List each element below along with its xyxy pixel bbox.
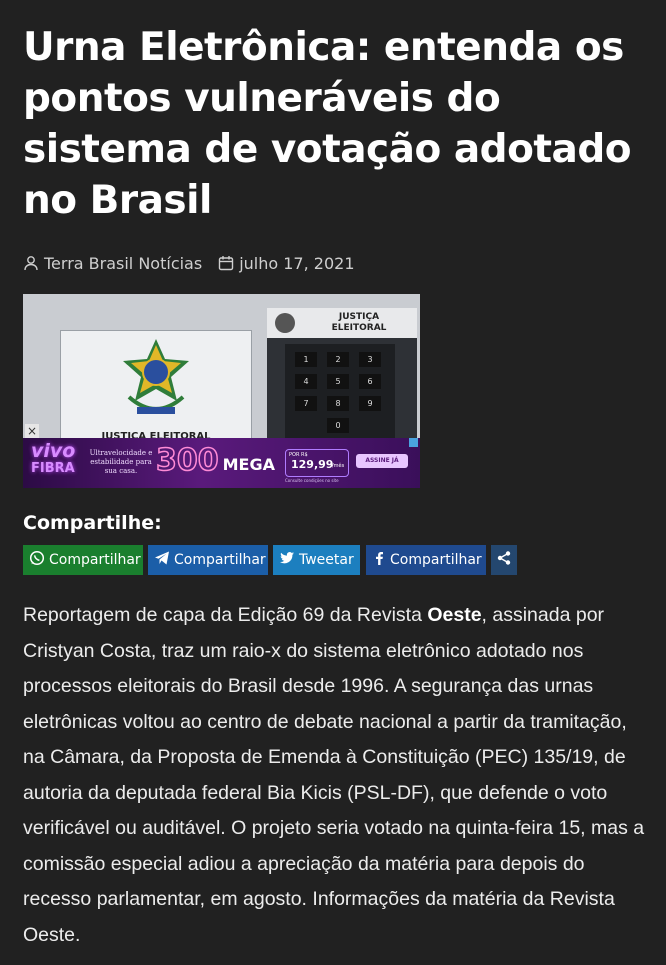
article-title: Urna Eletrônica: entenda os pontos vulne… <box>23 25 632 223</box>
telegram-share-label: Compartilhar <box>174 552 266 568</box>
article-body: Reportagem de capa da Edição 69 da Revis… <box>23 604 645 946</box>
ad-cta-button[interactable]: ASSINE JÁ <box>356 454 408 468</box>
keypad-key: 4 <box>295 374 317 389</box>
ad-fineprint: Consulte condições no site <box>285 478 339 483</box>
panel-label: JUSTIÇA ELEITORAL <box>331 312 387 333</box>
featured-image: JUSTIÇA ELEITORAL JUSTIÇA ELEITORAL 123 4… <box>23 294 420 488</box>
ad-price-box: POR R$ 129,99 /mês <box>285 449 349 477</box>
keypad-key: 3 <box>359 352 381 367</box>
ad-speed: 300 MEGA <box>155 443 275 479</box>
facebook-icon <box>372 550 386 570</box>
telegram-share-button[interactable]: Compartilhar <box>148 545 268 575</box>
ad-info-icon[interactable] <box>409 438 418 447</box>
date-meta: julho 17, 2021 <box>218 253 355 273</box>
share-icon <box>496 550 512 570</box>
article-meta: Terra Brasil Notícias julho 17, 2021 <box>23 251 355 275</box>
ad-brand: vivo FIBRA <box>31 440 76 477</box>
author-name[interactable]: Terra Brasil Notícias <box>44 254 202 273</box>
keypad-key: 2 <box>327 352 349 367</box>
keypad-key: 7 <box>295 396 317 411</box>
share-heading: Compartilhe: <box>23 512 162 534</box>
twitter-icon <box>279 550 295 570</box>
calendar-icon <box>218 255 234 271</box>
keypad-key: 6 <box>359 374 381 389</box>
keypad-key: 0 <box>327 418 349 433</box>
ballot-keypad-panel: JUSTIÇA ELEITORAL 123 456 7890 <box>267 308 417 438</box>
twitter-share-button[interactable]: Tweetar <box>273 545 360 575</box>
keypad-key: 1 <box>295 352 317 367</box>
ad-close-button[interactable]: × <box>25 424 39 438</box>
coat-of-arms-small-icon <box>275 313 295 333</box>
facebook-share-label: Compartilhar <box>390 552 482 568</box>
keypad: 123 456 7890 <box>285 344 395 438</box>
ballot-screen: JUSTIÇA ELEITORAL <box>60 330 252 452</box>
publish-date: julho 17, 2021 <box>239 253 355 273</box>
more-share-button[interactable] <box>491 545 517 575</box>
telegram-icon <box>154 550 170 570</box>
panel-header: JUSTIÇA ELEITORAL <box>267 308 417 338</box>
publication-name: Oeste <box>427 604 482 626</box>
keypad-key: 5 <box>327 374 349 389</box>
twitter-share-label: Tweetar <box>299 552 354 568</box>
ad-banner[interactable]: × vivo FIBRA Ultravelocidade e estabilid… <box>23 424 420 488</box>
whatsapp-share-label: Compartilhar <box>49 552 141 568</box>
keypad-key: 9 <box>359 396 381 411</box>
ad-tagline: Ultravelocidade e estabilidade para sua … <box>89 449 153 475</box>
whatsapp-icon <box>29 550 45 570</box>
keypad-key: 8 <box>327 396 349 411</box>
author-meta[interactable]: Terra Brasil Notícias <box>23 254 202 273</box>
whatsapp-share-button[interactable]: Compartilhar <box>23 545 143 575</box>
article-page: Urna Eletrônica: entenda os pontos vulne… <box>0 0 666 965</box>
user-icon <box>23 255 39 271</box>
brazil-coat-of-arms-icon <box>119 337 193 421</box>
facebook-share-button[interactable]: Compartilhar <box>366 545 486 575</box>
